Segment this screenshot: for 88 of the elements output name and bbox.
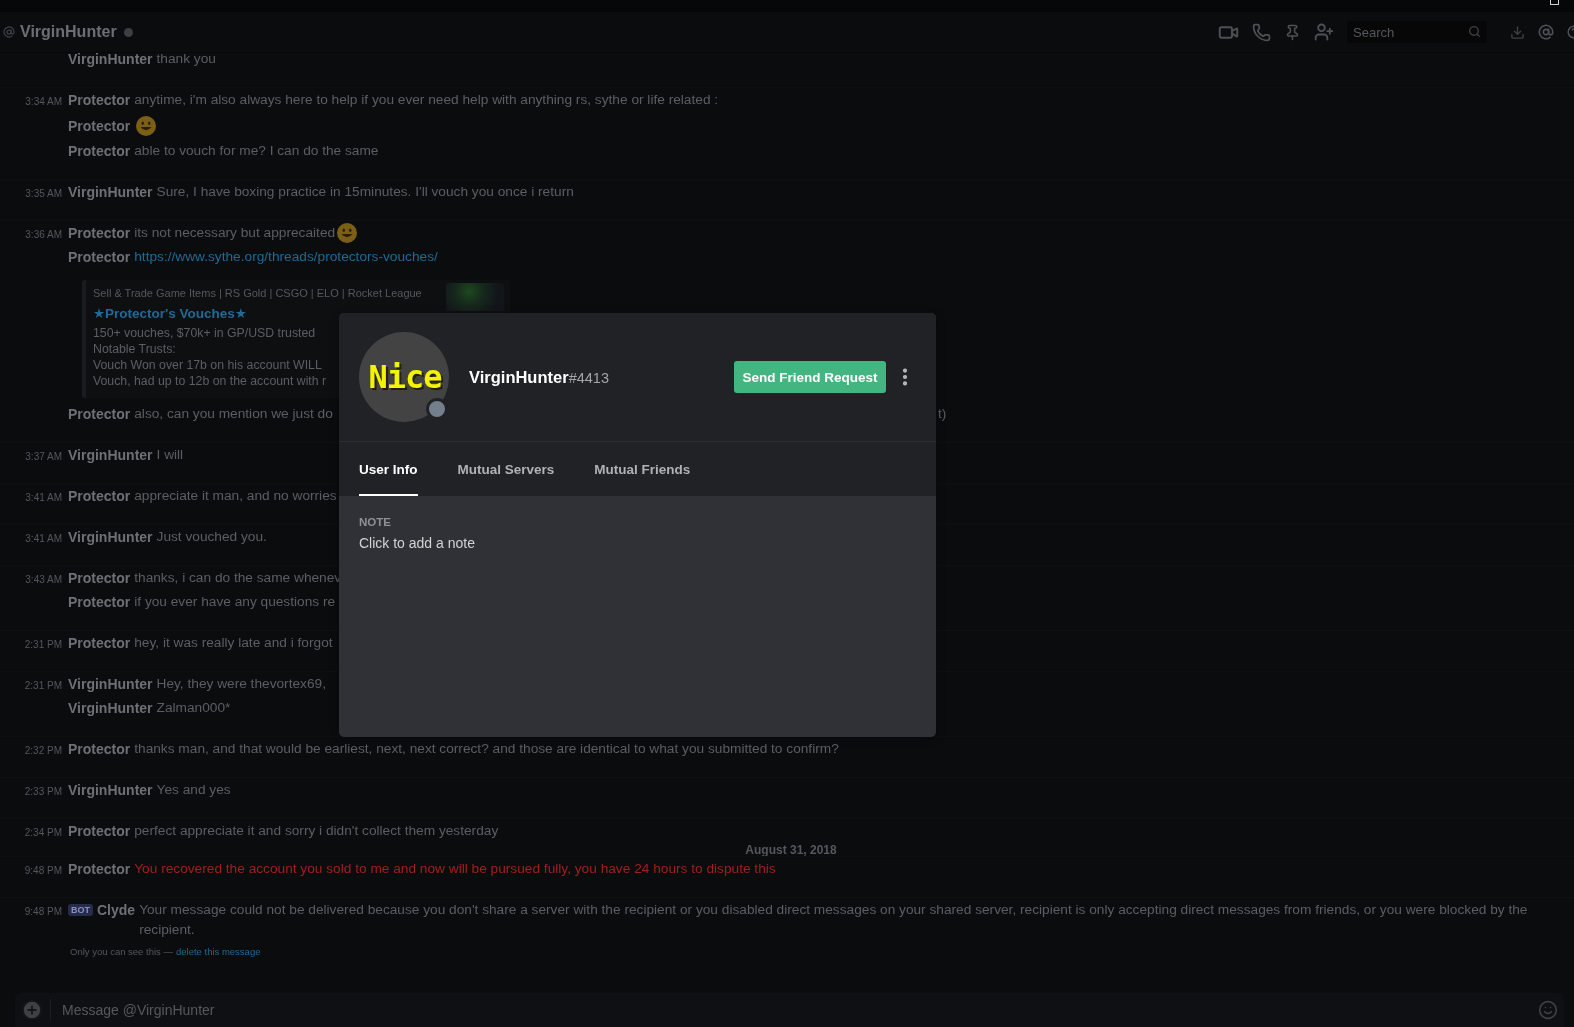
author-name[interactable]: Protector xyxy=(68,221,131,245)
author-name[interactable]: Protector xyxy=(68,88,131,112)
author-name[interactable]: Protector xyxy=(68,819,131,843)
maximize-icon[interactable] xyxy=(1550,0,1559,5)
note-field[interactable]: Click to add a note xyxy=(359,533,916,557)
message-text: I will xyxy=(156,446,184,464)
timestamp: 2:34 PM xyxy=(24,827,62,838)
message-text: Sure, I have boxing practice in 15minutes. I'll vouch you once i return xyxy=(156,183,574,201)
message-text: thanks man, and that would be earliest, next, next correct? and those are identical to what you submitted to confirm? xyxy=(134,740,839,758)
author-name[interactable]: VirginHunter xyxy=(68,53,153,71)
timestamp: 2:32 PM xyxy=(24,745,62,756)
timestamp: 3:35 AM xyxy=(25,188,62,199)
profile-tab[interactable]: User Info xyxy=(359,442,418,496)
search-field[interactable]: Search xyxy=(1347,21,1487,43)
ephemeral-note: Only you can see this — delete this message xyxy=(70,945,261,959)
help-icon[interactable] xyxy=(1567,25,1574,39)
message-text: Just vouched you. xyxy=(156,528,267,546)
message-text: t) xyxy=(938,405,947,423)
timestamp: 3:43 AM xyxy=(25,574,62,585)
pin-icon[interactable] xyxy=(1284,23,1301,41)
author-name[interactable]: Protector xyxy=(68,631,131,655)
message-input[interactable]: Message @VirginHunter xyxy=(62,999,1538,1021)
timestamp: 9:48 PM xyxy=(24,906,62,917)
author-name[interactable]: Protector xyxy=(68,402,131,426)
at-sign-icon xyxy=(3,26,15,38)
message-text: also, can you mention we just do xyxy=(134,405,333,423)
author-name[interactable]: Clyde xyxy=(97,900,136,920)
message-text: its not necessary but apprecaited xyxy=(134,224,336,242)
timestamp: 2:31 PM xyxy=(24,639,62,650)
add-attachment-icon[interactable] xyxy=(21,999,43,1021)
author-name[interactable]: Protector xyxy=(68,245,131,269)
timestamp: 3:37 AM xyxy=(25,451,62,462)
profile-tab[interactable]: Mutual Servers xyxy=(457,442,555,496)
message-text: anytime, i'm also always here to help if you ever need help with anything rs, sythe or life related : xyxy=(134,91,719,109)
avatar-text: Nice xyxy=(368,358,442,396)
message-text: Yes and yes xyxy=(156,781,231,799)
timestamp: 3:41 AM xyxy=(25,492,62,503)
timestamp: 2:33 PM xyxy=(24,786,62,797)
author-name[interactable]: VirginHunter xyxy=(68,180,153,204)
discriminator: #4413 xyxy=(568,369,609,386)
message-composer[interactable]: Message @VirginHunter xyxy=(15,993,1564,1027)
author-name[interactable]: VirginHunter xyxy=(68,672,153,696)
author-name[interactable]: VirginHunter xyxy=(68,525,153,549)
author-name[interactable]: VirginHunter xyxy=(68,696,153,720)
send-friend-request-button[interactable]: Send Friend Request xyxy=(734,361,886,393)
message-text: Your message could not be delivered because you don't share a server with the recipient or you disabled direct messages on your shared server, recipient is only accepting direct messages from friends, or you were blocked by the recipient. xyxy=(139,901,1529,939)
message-text: able to vouch for me? I can do the same xyxy=(134,142,379,160)
author-name[interactable]: Protector xyxy=(68,737,131,761)
timestamp: 3:36 AM xyxy=(25,229,62,240)
message-text: appreciate it man, and no worries xyxy=(134,487,337,505)
message-text: thanks, i can do the same whenev xyxy=(134,569,342,587)
add-user-icon[interactable] xyxy=(1314,22,1334,42)
timestamp: 3:34 AM xyxy=(25,96,62,107)
photo-placeholder xyxy=(446,283,504,311)
phone-icon[interactable] xyxy=(1252,22,1271,42)
delete-message-link[interactable]: delete this message xyxy=(175,946,261,957)
timestamp: 2:31 PM xyxy=(24,680,62,691)
message-link[interactable]: https://www.sythe.org/threads/protectors-vouches/ xyxy=(134,245,438,269)
message-text: perfect appreciate it and sorry i didn't collect them yesterday xyxy=(134,822,499,840)
timestamp: 3:41 AM xyxy=(25,533,62,544)
embed-title[interactable]: ★Protector's Vouches★ xyxy=(93,303,247,325)
channel-name: VirginHunter xyxy=(20,23,117,41)
message-text: Zalman000* xyxy=(156,699,231,717)
author-name[interactable]: Protector xyxy=(68,566,131,590)
timestamp: 9:48 PM xyxy=(24,865,62,876)
note-label: NOTE xyxy=(359,515,391,530)
download-icon[interactable] xyxy=(1510,24,1525,40)
author-name[interactable]: Protector xyxy=(68,113,131,138)
bot-tag: BOT xyxy=(68,904,93,916)
search-icon xyxy=(1468,25,1481,38)
author-name[interactable]: Protector xyxy=(68,857,131,881)
embed-provider: Sell & Trade Game Items | RS Gold | CSGO | ELO | Rocket League xyxy=(93,286,422,301)
message-text: hey, it was really late and i forgot xyxy=(134,634,333,652)
emoji-icon[interactable] xyxy=(1538,1000,1558,1020)
embed-description: 150+ vouches, $70k+ in GP/USD trusted Notable Trusts: Vouch Won over 17b on his account WILL Vouch, had up to 12b on the account with r xyxy=(93,325,327,389)
date-divider: August 31, 2018 xyxy=(745,843,837,857)
author-name[interactable]: Protector xyxy=(68,484,131,508)
message-text: thank you xyxy=(156,53,216,68)
author-name[interactable]: Protector xyxy=(68,139,131,163)
username: VirginHunter xyxy=(469,367,569,387)
profile-tab[interactable]: Mutual Friends xyxy=(594,442,691,496)
message-text: Hey, they were thevortex69, xyxy=(156,675,326,693)
author-name[interactable]: VirginHunter xyxy=(68,778,153,802)
author-name[interactable]: Protector xyxy=(68,590,131,614)
mention-icon[interactable] xyxy=(1538,24,1554,40)
author-name[interactable]: VirginHunter xyxy=(68,443,153,467)
message-text: if you ever have any questions re xyxy=(134,593,336,611)
message-text: You recovered the account you sold to me and now will be pursued fully, you have 24 hours to dispute this xyxy=(134,860,776,878)
